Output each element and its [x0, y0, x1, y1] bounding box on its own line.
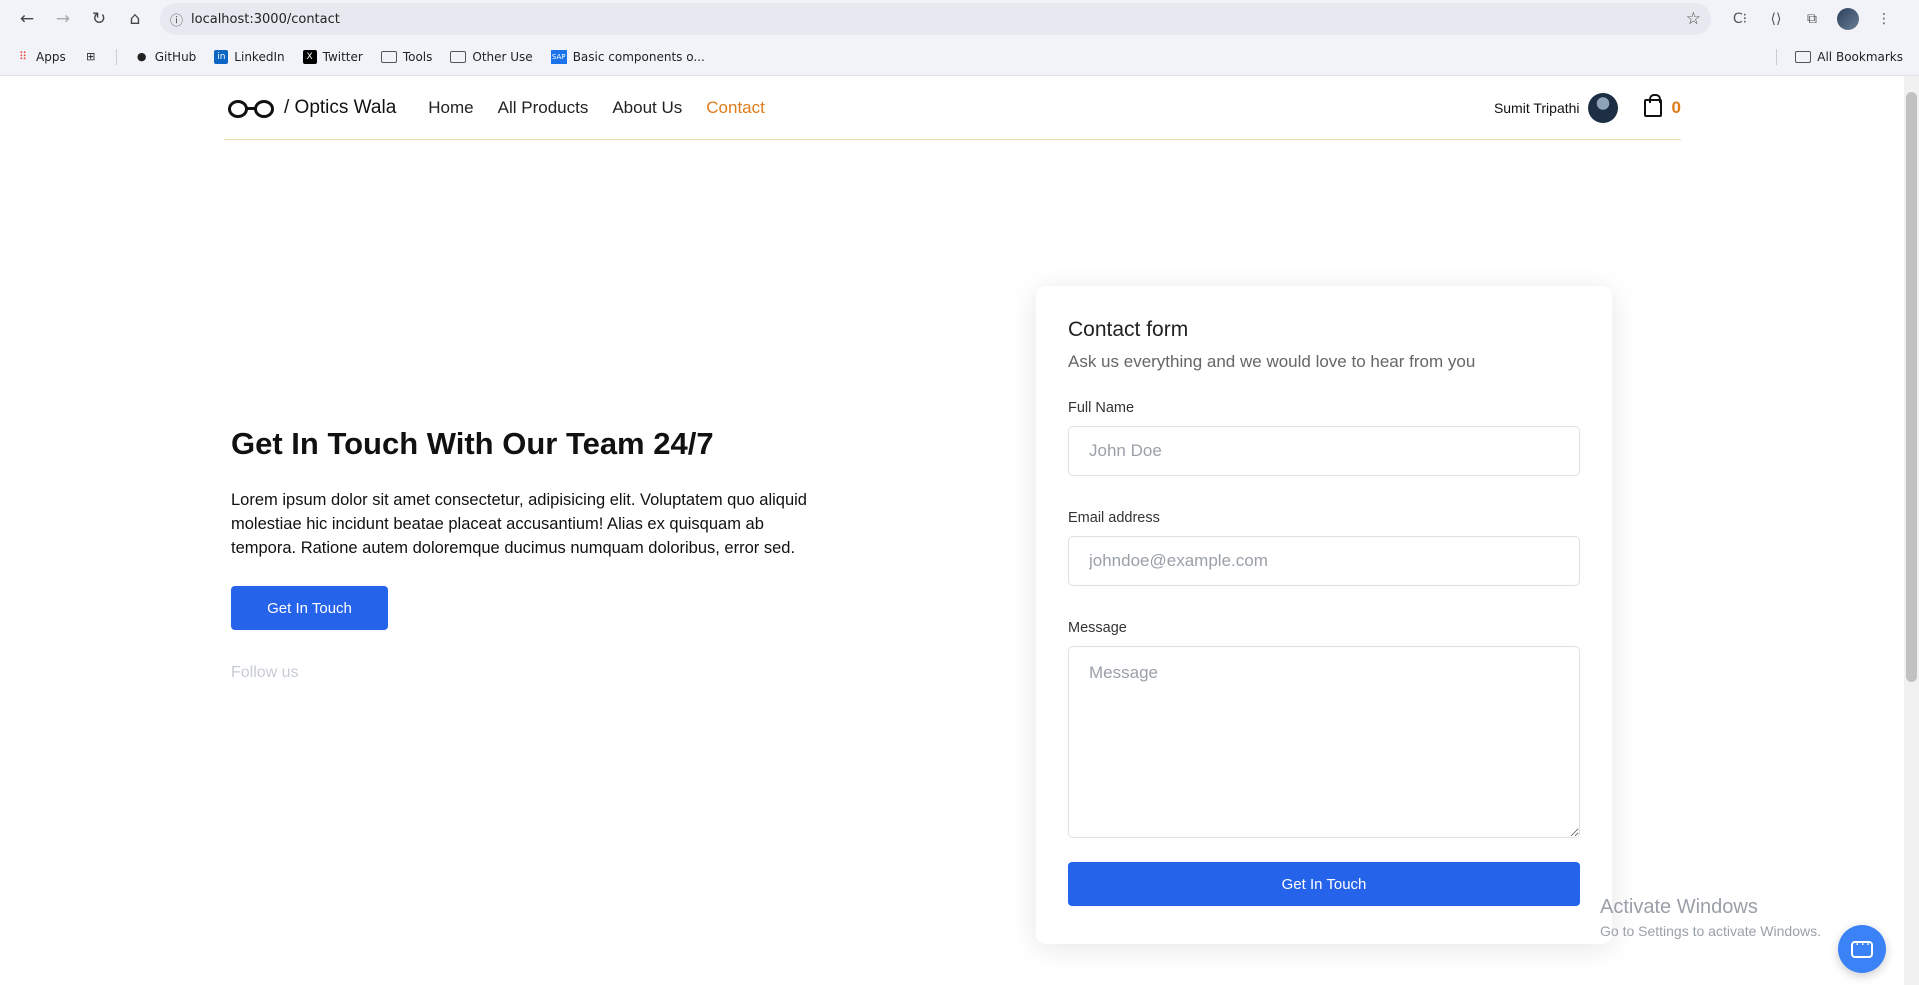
email-label: Email address	[1068, 510, 1160, 526]
page-content: / Optics Wala Home All Products About Us…	[0, 76, 1919, 985]
message-textarea[interactable]	[1068, 646, 1580, 838]
address-bar[interactable]: ⓘ localhost:3000/contact ☆	[160, 3, 1711, 35]
nav-contact[interactable]: Contact	[706, 98, 765, 118]
contact-form-card: Contact form Ask us everything and we wo…	[1036, 286, 1612, 944]
site-logo[interactable]: / Optics Wala	[224, 97, 396, 119]
user-avatar[interactable]	[1587, 92, 1618, 123]
url-text[interactable]: localhost:3000/contact	[191, 12, 1678, 27]
extension-code-icon[interactable]: ⟨⟩	[1763, 6, 1789, 32]
hero-section: Get In Touch With Our Team 24/7 Lorem ip…	[231, 426, 811, 682]
windows-activation-watermark: Activate Windows Go to Settings to activ…	[1600, 896, 1821, 939]
browser-toolbar: ← → ↻ ⌂ ⓘ localhost:3000/contact ☆ C⁝ ⟨⟩…	[0, 0, 1919, 38]
form-title: Contact form	[1068, 318, 1189, 341]
bookmark-tab-groups[interactable]: ⊞	[84, 50, 98, 64]
home-icon[interactable]: ⌂	[120, 4, 150, 34]
nav-all-products[interactable]: All Products	[498, 98, 589, 118]
profile-avatar-icon[interactable]	[1835, 6, 1861, 32]
tab-grid-icon: ⊞	[86, 50, 96, 63]
watermark-line1: Activate Windows	[1600, 896, 1758, 918]
bookmark-star-icon[interactable]: ☆	[1686, 9, 1701, 29]
sap-icon: SAP	[550, 49, 567, 64]
extension-c-icon[interactable]: C⁝	[1727, 6, 1753, 32]
back-icon[interactable]: ←	[12, 4, 42, 34]
apps-grid-icon: ⠿	[18, 50, 28, 63]
bookmark-github[interactable]: ● GitHub	[135, 50, 196, 64]
nav-home[interactable]: Home	[428, 98, 473, 118]
follow-us-label: Follow us	[231, 664, 299, 681]
hero-body: Lorem ipsum dolor sit amet consectetur, …	[231, 491, 807, 557]
hero-get-in-touch-button[interactable]: Get In Touch	[231, 586, 388, 630]
bookmark-other-use[interactable]: Other Use	[450, 50, 533, 64]
shopping-bag-icon	[1643, 93, 1662, 117]
bookmark-tools[interactable]: Tools	[380, 50, 432, 64]
cart-button[interactable]: 0	[1643, 93, 1681, 118]
email-input[interactable]	[1068, 536, 1580, 586]
site-info-icon[interactable]: ⓘ	[170, 10, 183, 29]
x-twitter-icon: X	[302, 49, 317, 64]
folder-icon	[1795, 50, 1812, 63]
all-bookmarks[interactable]: All Bookmarks	[1795, 50, 1903, 64]
bookmark-linkedin[interactable]: in LinkedIn	[214, 49, 285, 64]
submit-get-in-touch-button[interactable]: Get In Touch	[1068, 862, 1580, 906]
chat-icon	[1851, 937, 1873, 958]
bookmark-apps[interactable]: ⠿ Apps	[16, 50, 66, 64]
logo-text: / Optics Wala	[284, 96, 397, 118]
browser-menu-icon[interactable]: ⋮	[1871, 6, 1897, 32]
folder-icon	[450, 50, 467, 63]
bookmarks-bar: ⠿ Apps ⊞ ● GitHub in LinkedIn X Twitter Tool…	[0, 38, 1919, 76]
site-header: / Optics Wala Home All Products About Us…	[224, 76, 1681, 140]
forward-icon[interactable]: →	[48, 4, 78, 34]
extensions-puzzle-icon[interactable]: ⧉	[1799, 6, 1825, 32]
main-nav: Home All Products About Us Contact	[428, 98, 765, 118]
chat-button[interactable]	[1838, 925, 1886, 973]
linkedin-icon: in	[214, 49, 229, 64]
full-name-input[interactable]	[1068, 426, 1580, 476]
hero-title: Get In Touch With Our Team 24/7	[231, 426, 714, 461]
github-icon: ●	[136, 50, 147, 63]
reload-icon[interactable]: ↻	[84, 4, 114, 34]
glasses-logo-icon	[224, 97, 278, 119]
cart-count: 0	[1671, 97, 1681, 117]
user-name[interactable]: Sumit Tripathi	[1494, 100, 1580, 116]
folder-icon	[380, 50, 397, 63]
bookmark-separator	[115, 48, 117, 65]
message-label: Message	[1068, 620, 1127, 636]
full-name-label: Full Name	[1068, 400, 1135, 416]
bookmark-twitter[interactable]: X Twitter	[302, 49, 363, 64]
user-area: Sumit Tripathi 0	[1494, 92, 1681, 123]
bookmark-basic-components[interactable]: SAP Basic components o...	[550, 49, 705, 64]
form-subtitle: Ask us everything and we would love to h…	[1068, 352, 1476, 371]
nav-about-us[interactable]: About Us	[612, 98, 682, 118]
scrollbar-thumb[interactable]	[1906, 92, 1917, 682]
watermark-line2: Go to Settings to activate Windows.	[1600, 923, 1821, 939]
bookmark-separator	[1776, 48, 1778, 65]
page-scrollbar[interactable]	[1904, 76, 1919, 985]
